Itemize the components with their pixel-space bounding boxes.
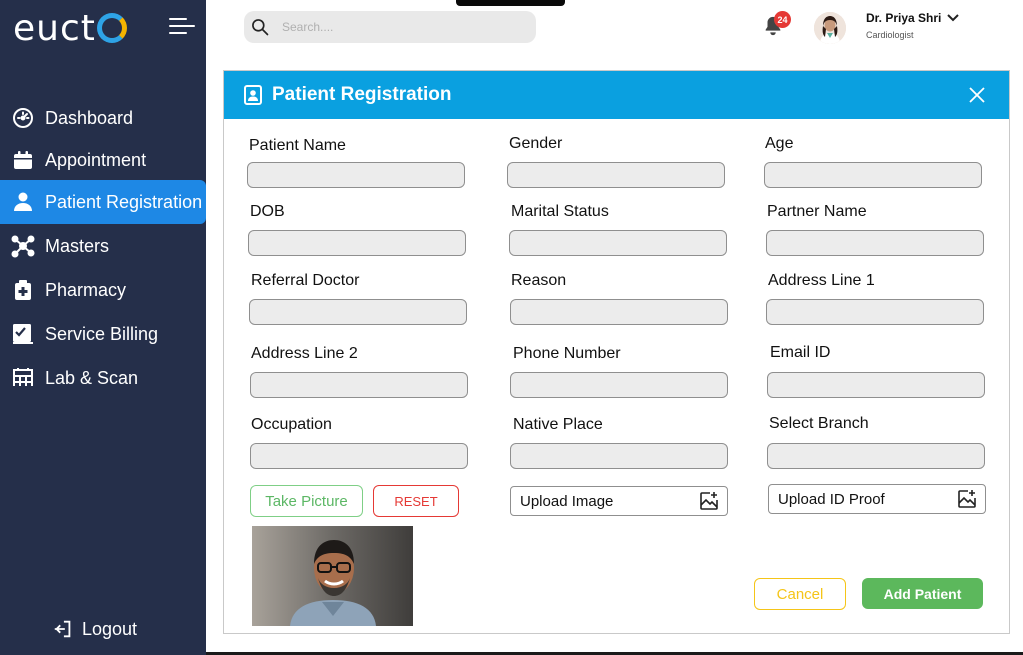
upload-id-proof-button[interactable]: Upload ID Proof [768, 484, 986, 514]
patient-name-label: Patient Name [249, 137, 346, 154]
cancel-button[interactable]: Cancel [754, 578, 846, 610]
user-name: Dr. Priya Shri [866, 11, 942, 25]
modal-title: Patient Registration [272, 84, 452, 105]
patient-photo [252, 526, 413, 626]
app-logo[interactable]: euct [13, 8, 127, 49]
sidebar-item-label: Lab & Scan [45, 367, 139, 388]
address-line-1-label: Address Line 1 [768, 272, 875, 289]
network-icon [11, 234, 35, 258]
upload-id-proof-label: Upload ID Proof [778, 490, 885, 508]
patient-name-input[interactable] [247, 162, 465, 188]
age-label: Age [765, 135, 794, 152]
logo-ring-icon [96, 13, 127, 43]
email-id-input[interactable] [767, 372, 985, 398]
add-image-icon [700, 492, 718, 510]
person-icon [11, 190, 35, 214]
native-place-input[interactable] [510, 443, 728, 469]
lab-icon [11, 366, 35, 390]
sidebar-item-label: Pharmacy [45, 279, 127, 300]
calendar-icon [11, 148, 35, 172]
logout-icon [54, 620, 71, 638]
occupation-input[interactable] [250, 443, 468, 469]
dob-label: DOB [250, 203, 285, 220]
reset-button[interactable]: RESET [373, 485, 459, 517]
referral-doctor-label: Referral Doctor [251, 272, 360, 289]
sidebar-item-masters[interactable]: Masters [0, 224, 206, 268]
top-notch [456, 0, 565, 6]
hamburger-menu-icon[interactable] [169, 18, 195, 36]
logout-label: Logout [82, 618, 138, 639]
user-menu[interactable]: Dr. Priya Shri [866, 11, 960, 25]
close-icon[interactable] [967, 85, 987, 105]
sidebar-item-label: Appointment [45, 149, 147, 170]
take-picture-button[interactable]: Take Picture [250, 485, 363, 517]
select-branch-label: Select Branch [769, 415, 869, 432]
sidebar-item-lab-scan[interactable]: Lab & Scan [0, 356, 206, 400]
partner-name-input[interactable] [766, 230, 984, 256]
partner-name-label: Partner Name [767, 203, 867, 220]
sidebar: euct Dashboard Appointment Patient Regis… [0, 0, 206, 655]
sidebar-item-patient-registration[interactable]: Patient Registration [0, 180, 206, 224]
referral-doctor-input[interactable] [249, 299, 467, 325]
native-place-label: Native Place [513, 416, 603, 433]
sidebar-item-appointment[interactable]: Appointment [0, 138, 206, 182]
sidebar-item-label: Masters [45, 235, 110, 256]
logout-button[interactable]: Logout [52, 618, 137, 640]
sidebar-item-dashboard[interactable]: Dashboard [0, 96, 206, 140]
gender-label: Gender [509, 135, 563, 152]
add-image-icon [958, 490, 976, 508]
reason-input[interactable] [510, 299, 728, 325]
address-line-1-input[interactable] [766, 299, 984, 325]
select-branch-input[interactable] [767, 443, 985, 469]
phone-number-label: Phone Number [513, 345, 621, 362]
address-line-2-label: Address Line 2 [251, 345, 358, 362]
upload-image-label: Upload Image [520, 492, 614, 510]
email-id-label: Email ID [770, 344, 831, 361]
age-input[interactable] [764, 162, 982, 188]
address-line-2-input[interactable] [250, 372, 468, 398]
patient-registration-modal: Patient Registration Patient Name Gender… [223, 70, 1010, 634]
modal-header: Patient Registration [224, 71, 1009, 119]
medical-bag-icon [11, 278, 35, 302]
add-patient-button[interactable]: Add Patient [862, 578, 983, 609]
sidebar-item-label: Dashboard [45, 107, 134, 128]
reason-label: Reason [511, 272, 567, 289]
sidebar-item-pharmacy[interactable]: Pharmacy [0, 268, 206, 312]
dob-input[interactable] [248, 230, 466, 256]
sidebar-item-label: Service Billing [45, 323, 159, 344]
gender-input[interactable] [507, 162, 725, 188]
sidebar-item-label: Patient Registration [45, 191, 203, 212]
billing-icon [11, 322, 35, 346]
marital-status-input[interactable] [509, 230, 727, 256]
search-input[interactable] [282, 20, 512, 34]
gauge-icon [11, 106, 35, 130]
search-bar[interactable] [244, 11, 536, 43]
upload-image-button[interactable]: Upload Image [510, 486, 728, 516]
marital-status-label: Marital Status [511, 203, 609, 220]
search-icon [252, 19, 269, 36]
sidebar-item-service-billing[interactable]: Service Billing [0, 312, 206, 356]
occupation-label: Occupation [251, 416, 332, 433]
phone-number-input[interactable] [510, 372, 728, 398]
user-avatar[interactable] [814, 12, 846, 44]
user-role: Cardiologist [866, 30, 914, 40]
chevron-down-icon [947, 14, 960, 22]
notification-badge: 24 [774, 11, 791, 28]
id-badge-icon [244, 85, 262, 105]
